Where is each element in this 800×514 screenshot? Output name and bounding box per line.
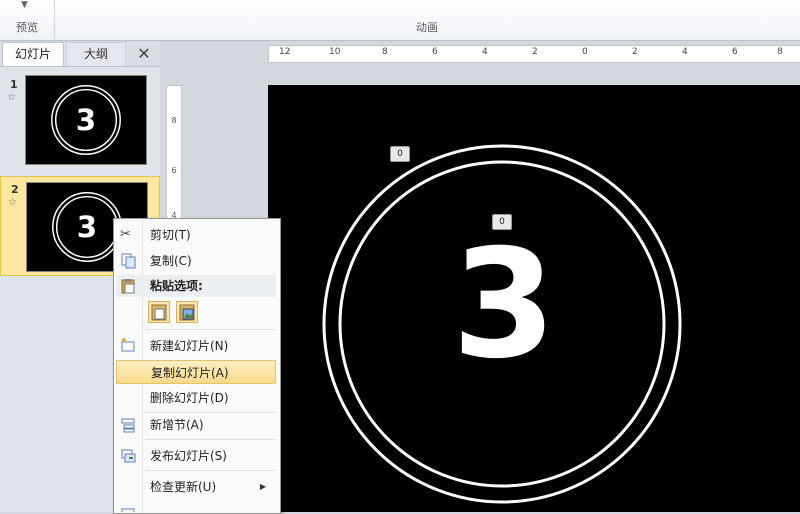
hruler-tick: 8 [382,47,388,57]
hruler-tick: 8 [777,47,783,57]
thumbnail-graphic: 3 [51,85,121,155]
scissors-icon: ✂ [120,227,131,242]
menu-item-check-updates[interactable]: 检查更新(U) ▶ [116,475,276,499]
hruler-tick: 12 [279,47,291,57]
horizontal-ruler: 12 10 8 6 4 2 0 2 4 6 8 [268,45,800,63]
hruler-tick: 6 [432,47,438,57]
animation-order-tag[interactable]: 0 [390,146,410,162]
clipboard-icon [120,278,136,301]
ribbon-group-animation: 动画 [54,0,800,40]
tab-outline[interactable]: 大纲 [66,42,126,66]
hruler-tick: 0 [582,47,588,57]
slide-digit[interactable]: 3 [442,230,566,380]
thumbnail-digit: 3 [76,103,96,137]
paste-as-picture-button[interactable] [176,301,198,323]
menu-item-add-section[interactable]: 新增节(A) [116,413,276,437]
preview-group-label: 预览 [16,21,38,34]
menu-item-duplicate-slide[interactable]: 复制幻灯片(A) [116,360,276,384]
close-panel-icon[interactable]: ✕ [133,42,155,65]
vruler-tick: 6 [171,166,177,175]
slide-thumbnail[interactable]: 3 [25,75,147,165]
submenu-arrow-icon: ▶ [259,482,266,491]
ribbon: ▼ 预览 动画 [0,0,800,41]
vertical-ruler: 8 6 4 [166,85,182,227]
chevron-down-icon[interactable]: ▼ [21,0,28,10]
menu-item-delete-slide[interactable]: 删除幻灯片(D) [116,386,276,410]
hruler-tick: 6 [732,47,738,57]
hruler-tick: 4 [482,47,488,57]
animation-group-label: 动画 [416,21,438,34]
panel-tabs: 幻灯片 大纲 ✕ [0,42,160,67]
menu-separator [146,439,276,440]
menu-item-partial[interactable] [116,502,276,512]
vruler-tick: 8 [171,116,177,125]
section-icon [120,417,136,433]
hruler-tick: 2 [632,47,638,57]
slide-canvas[interactable]: 3 0 0 [268,85,800,512]
slide-number: 2 [11,183,19,196]
slide-thumbnail-row-1[interactable]: 1 ☆ 3 [0,72,160,172]
paste-keep-source-button[interactable] [148,301,170,323]
menu-item-icon [120,506,136,512]
hruler-tick: 4 [682,47,688,57]
hruler-tick: 2 [532,47,538,57]
menu-item-cut[interactable]: ✂ 剪切(T) [116,223,276,247]
publish-icon [120,448,136,464]
tab-slides[interactable]: 幻灯片 [2,42,64,66]
animation-order-tag[interactable]: 0 [492,214,512,230]
new-slide-icon [120,338,136,354]
context-menu: ✂ 剪切(T) 复制(C) 粘贴选项: 新建幻灯片(N) 复制幻灯片(A) 删除… [113,218,281,514]
copy-icon [120,253,136,269]
ribbon-group-preview[interactable]: ▼ 预览 [0,0,55,40]
paste-options-header: 粘贴选项: [116,275,276,297]
menu-separator [146,470,276,471]
hruler-tick: 10 [329,47,341,57]
animation-star-icon: ☆ [8,197,17,208]
thumbnail-digit: 3 [77,210,97,244]
menu-item-publish-slides[interactable]: 发布幻灯片(S) [116,444,276,468]
menu-item-new-slide[interactable]: 新建幻灯片(N) [116,334,276,358]
slide-number: 1 [10,78,18,91]
menu-separator [146,329,276,330]
menu-item-copy[interactable]: 复制(C) [116,249,276,273]
animation-star-icon: ☆ [7,92,16,103]
